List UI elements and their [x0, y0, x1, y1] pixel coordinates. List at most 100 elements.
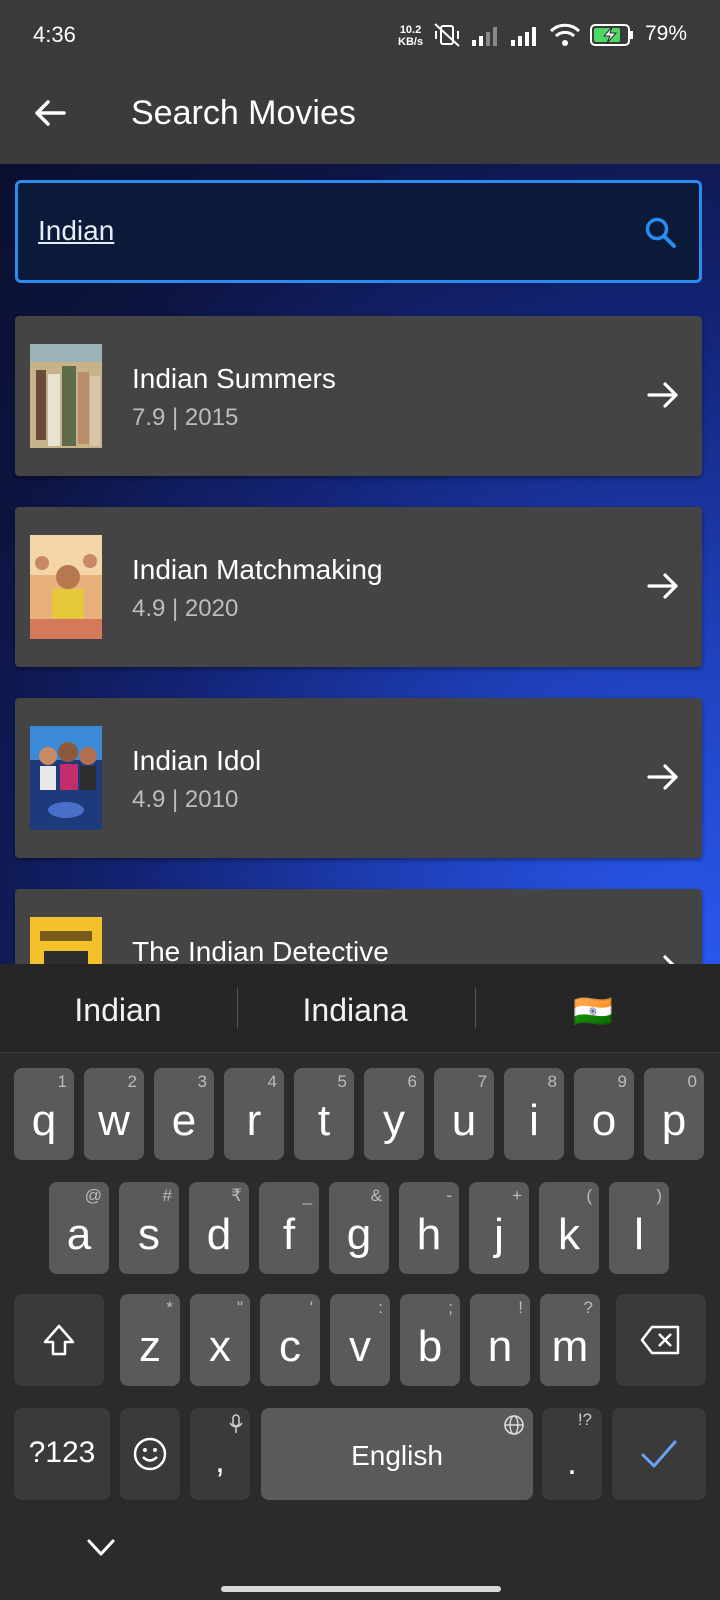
key-t[interactable]: 5t: [294, 1068, 354, 1160]
result-title: Indian Idol: [132, 745, 262, 776]
key-label: v: [349, 1322, 371, 1371]
key-label: c: [279, 1322, 301, 1371]
key-label: b: [417, 1322, 443, 1371]
shift-icon: [43, 1324, 75, 1356]
comma-label: ,: [215, 1442, 225, 1480]
key-hint: ₹: [231, 1186, 242, 1205]
key-x[interactable]: " x: [190, 1294, 250, 1386]
key-label: s: [138, 1210, 160, 1259]
key-label: z: [139, 1322, 161, 1371]
key-hint: !: [518, 1298, 523, 1317]
search-input[interactable]: Indian: [15, 180, 702, 283]
key-f[interactable]: _ f: [259, 1182, 319, 1274]
key-label: l: [634, 1210, 644, 1259]
emoji-icon: [133, 1437, 167, 1471]
result-meta: 4.9 | 2010: [132, 786, 239, 813]
key-hint: 5: [337, 1072, 347, 1091]
key-d[interactable]: ₹ d: [189, 1182, 249, 1274]
result-title: Indian Matchmaking: [132, 554, 383, 585]
key-y[interactable]: 6y: [364, 1068, 424, 1160]
suggestion-2[interactable]: Indiana: [240, 992, 470, 1029]
key-hint: 9: [617, 1072, 627, 1091]
key-hint: 7: [477, 1072, 487, 1091]
key-k[interactable]: (k: [539, 1182, 599, 1274]
key-n[interactable]: ! n: [470, 1294, 530, 1386]
key-label: o: [591, 1096, 617, 1145]
symbols-label: ?123: [28, 1436, 96, 1469]
key-s[interactable]: # s: [119, 1182, 179, 1274]
arrow-left-icon[interactable]: [32, 95, 68, 131]
key-label: i: [529, 1096, 539, 1145]
network-speed-value: 10.2: [399, 24, 422, 36]
status-icons: [432, 22, 634, 48]
arrow-right-icon[interactable]: [646, 569, 680, 603]
key-label: p: [661, 1096, 687, 1145]
key-label: x: [209, 1322, 231, 1371]
key-e[interactable]: 3e: [154, 1068, 214, 1160]
key-z[interactable]: * z: [120, 1294, 180, 1386]
comma-key[interactable]: ,: [190, 1408, 250, 1500]
period-label: .: [567, 1444, 577, 1482]
key-o[interactable]: 9o: [574, 1068, 634, 1160]
key-hint: 1: [57, 1072, 67, 1091]
result-card[interactable]: Indian Summers 7.9 | 2015: [15, 316, 702, 476]
shift-key[interactable]: [14, 1294, 104, 1386]
key-label: k: [558, 1210, 580, 1259]
suggestion-3[interactable]: 🇮🇳: [478, 992, 708, 1030]
emoji-key[interactable]: [120, 1408, 180, 1500]
key-q[interactable]: 1q: [14, 1068, 74, 1160]
space-key[interactable]: English: [261, 1408, 533, 1500]
soft-keyboard: Indian Indiana 🇮🇳 1q2w3e4r5t6y7u8i9o0p @…: [0, 964, 720, 1600]
globe-icon: [504, 1415, 524, 1435]
poster-thumbnail: [30, 344, 102, 448]
key-label: y: [383, 1096, 405, 1145]
key-hint: ): [656, 1186, 662, 1205]
key-c[interactable]: ' c: [260, 1294, 320, 1386]
result-card[interactable]: Indian Matchmaking 4.9 | 2020: [15, 507, 702, 667]
backspace-key[interactable]: [616, 1294, 706, 1386]
key-r[interactable]: 4r: [224, 1068, 284, 1160]
period-key[interactable]: !? .: [542, 1408, 602, 1500]
signal-2-icon: [511, 27, 536, 46]
gesture-handle[interactable]: [221, 1586, 501, 1592]
search-icon[interactable]: [643, 215, 677, 249]
key-i[interactable]: 8i: [504, 1068, 564, 1160]
key-v[interactable]: :v: [330, 1294, 390, 1386]
enter-key[interactable]: [612, 1408, 706, 1500]
key-label: g: [346, 1210, 372, 1259]
result-card[interactable]: Indian Idol 4.9 | 2010: [15, 698, 702, 858]
result-meta: 7.9 | 2015: [132, 404, 239, 431]
key-hint: 4: [267, 1072, 277, 1091]
key-hint: _: [302, 1186, 312, 1205]
suggestion-1[interactable]: Indian: [3, 992, 233, 1029]
arrow-right-icon[interactable]: [646, 378, 680, 412]
battery-percent: 79%: [645, 22, 688, 45]
key-h[interactable]: -h: [399, 1182, 459, 1274]
app-bar: Search Movies: [0, 62, 720, 164]
key-g[interactable]: & g: [329, 1182, 389, 1274]
key-j[interactable]: + j: [469, 1182, 529, 1274]
chevron-down-icon[interactable]: [86, 1538, 116, 1558]
key-b[interactable]: ; b: [400, 1294, 460, 1386]
key-label: a: [66, 1210, 92, 1259]
key-p[interactable]: 0p: [644, 1068, 704, 1160]
search-query[interactable]: Indian: [38, 215, 114, 247]
result-title: Indian Summers: [132, 363, 336, 394]
check-icon: [641, 1440, 677, 1468]
key-hint: 2: [127, 1072, 137, 1091]
status-bar: 4:36 10.2 KB/s 79%: [0, 0, 720, 62]
key-m[interactable]: ? m: [540, 1294, 600, 1386]
battery-charging-icon: [590, 24, 633, 46]
key-w[interactable]: 2w: [84, 1068, 144, 1160]
key-hint: -: [446, 1186, 452, 1205]
key-hint: #: [162, 1186, 172, 1205]
key-u[interactable]: 7u: [434, 1068, 494, 1160]
key-hint: 3: [197, 1072, 207, 1091]
suggestion-divider: [237, 988, 238, 1028]
key-l[interactable]: ) l: [609, 1182, 669, 1274]
arrow-right-icon[interactable]: [646, 760, 680, 794]
microphone-icon: [229, 1414, 243, 1433]
symbols-key[interactable]: ?123: [14, 1408, 110, 1500]
key-a[interactable]: @ a: [49, 1182, 109, 1274]
key-label: n: [487, 1322, 513, 1371]
